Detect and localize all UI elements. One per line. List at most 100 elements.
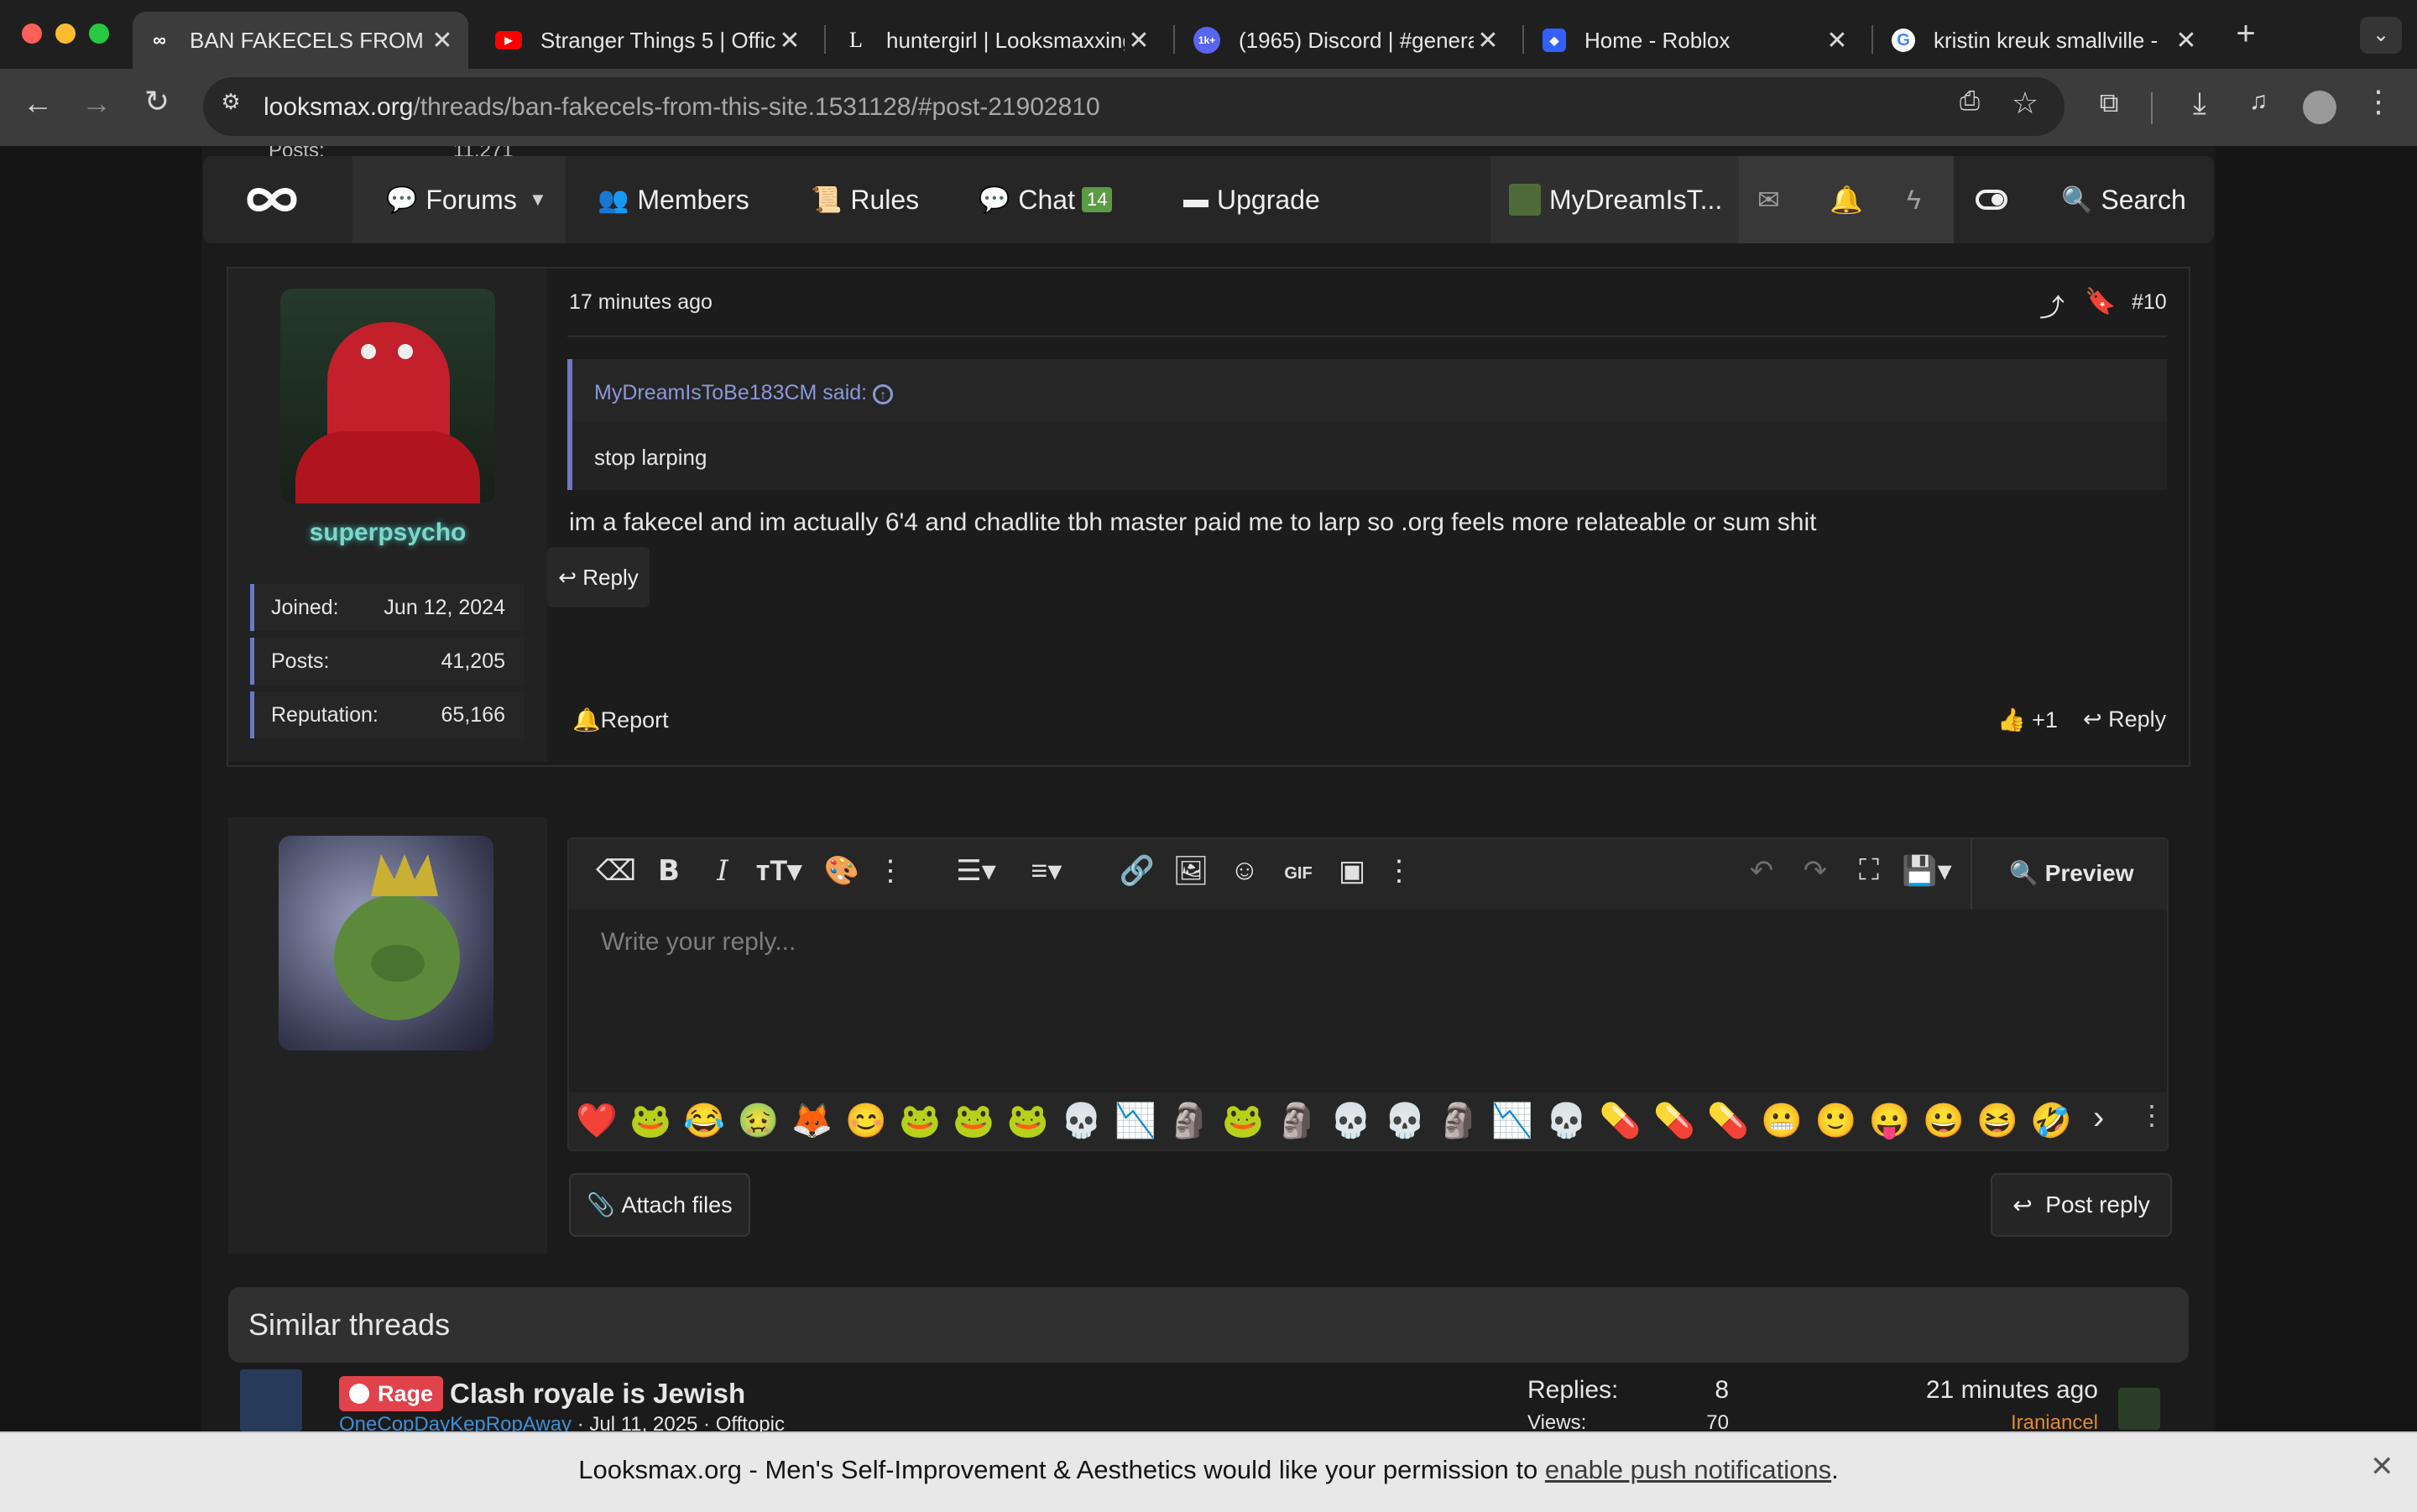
gif-icon[interactable]: GIF (1279, 864, 1318, 884)
emoji-option[interactable]: 🤣 (2030, 1101, 2072, 1141)
emoji-option[interactable]: 💀 (1330, 1101, 1372, 1141)
lightning-icon[interactable]: ϟ (1907, 156, 1921, 243)
emoji-option[interactable]: 💀 (1061, 1101, 1103, 1141)
close-icon[interactable]: ✕ (1823, 26, 1851, 55)
post-username[interactable]: superpsycho (228, 519, 547, 547)
more-options-icon[interactable]: ⋮ (871, 854, 910, 888)
emoji-option[interactable]: 🐸 (1007, 1101, 1049, 1141)
close-icon[interactable]: ✕ (775, 26, 804, 55)
bold-icon[interactable]: B (650, 854, 688, 888)
tab-roblox[interactable]: ◆ Home - Roblox ✕ (1527, 12, 1863, 69)
nav-rules[interactable]: 📜 Rules (811, 156, 919, 243)
forums-dropdown-caret-icon[interactable]: ▼ (529, 156, 547, 243)
bell-icon[interactable]: 🔔 (1830, 156, 1863, 243)
drafts-save-icon[interactable]: 💾▾ (1900, 854, 1954, 888)
post-reply-link[interactable]: ↩ Reply (2083, 706, 2166, 733)
post-timestamp[interactable]: 17 minutes ago (569, 290, 713, 315)
quote-author-link[interactable]: MyDreamIsToBe183CM said: ↑ (594, 381, 894, 405)
tab-looksmax-thread[interactable]: ∞ BAN FAKECELS FROM THIS SITE ✕ (133, 12, 468, 69)
emoji-option[interactable]: 📉 (1115, 1101, 1156, 1141)
nav-search[interactable]: 🔍 Search (2061, 156, 2186, 243)
tab-google-search[interactable]: G kristin kreuk smallville - ✕ (1877, 12, 2212, 69)
emoji-option[interactable]: 🗿 (1276, 1101, 1318, 1141)
tab-looksmaxxing-profile[interactable]: L huntergirl | Looksmaxxing ✕ (829, 12, 1165, 69)
emoji-option[interactable]: 🦊 (791, 1101, 833, 1141)
emoji-option[interactable]: 🐸 (953, 1101, 994, 1141)
forward-arrow-icon[interactable]: → (76, 86, 117, 121)
nav-upgrade[interactable]: ▬ Upgrade (1183, 156, 1320, 243)
inline-reply-button[interactable]: ↩ Reply (547, 547, 650, 607)
arrow-up-circle-icon[interactable]: ↑ (873, 384, 894, 404)
link-icon[interactable]: 🔗 (1118, 854, 1156, 888)
attach-files-button[interactable]: 📎 Attach files (569, 1173, 750, 1237)
downloads-icon[interactable]: ⤓ (2179, 86, 2221, 122)
like-button[interactable]: 👍 +1 (1997, 706, 2058, 733)
current-user-avatar[interactable] (279, 836, 493, 1051)
thread-author-avatar[interactable] (240, 1369, 302, 1431)
emoji-option[interactable]: 📉 (1491, 1101, 1533, 1141)
fullscreen-icon[interactable]: ⛶ (1850, 854, 1888, 887)
new-tab-plus-icon[interactable]: + (2227, 15, 2264, 53)
browser-menu-icon[interactable]: ⋮ (2360, 84, 2397, 119)
similar-thread-title-link[interactable]: Clash royale is Jewish (450, 1378, 745, 1410)
italic-icon[interactable]: I (703, 854, 742, 888)
post-number[interactable]: #10 (2132, 290, 2167, 315)
nav-user-account[interactable]: MyDreamIsT... (1509, 156, 1722, 243)
emoji-option[interactable]: 🐸 (1222, 1101, 1264, 1141)
envelope-icon[interactable]: ✉ (1757, 156, 1780, 243)
last-post-time[interactable]: 21 minutes ago (1880, 1376, 2098, 1405)
back-arrow-icon[interactable]: ← (17, 86, 59, 121)
list-icon[interactable]: ☰▾ (950, 854, 1002, 888)
tab-search-chevron-icon[interactable]: ⌄ (2360, 17, 2402, 54)
close-icon[interactable]: ✕ (1474, 26, 1502, 55)
undo-icon[interactable]: ↶ (1742, 854, 1781, 888)
share-icon[interactable]: ⤴ (2039, 287, 2065, 324)
extensions-puzzle-icon[interactable]: ⧉ (2088, 87, 2130, 119)
reload-icon[interactable]: ↻ (136, 84, 178, 119)
emoji-option[interactable]: 🐸 (899, 1101, 941, 1141)
install-app-icon[interactable]: ⎙ (1949, 87, 1991, 116)
chevron-right-icon[interactable]: › (2093, 1099, 2104, 1137)
tab-discord[interactable]: 1k+ (1965) Discord | #general ✕ (1178, 12, 1514, 69)
emoji-option[interactable]: 😀 (1923, 1101, 1965, 1141)
eraser-icon[interactable]: ⌫ (596, 854, 636, 888)
emoji-option[interactable]: 🤢 (738, 1101, 780, 1141)
report-link[interactable]: 🔔Report (572, 706, 669, 733)
nav-members[interactable]: 👥 Members (598, 156, 749, 243)
more-options-icon[interactable]: ⋮ (1380, 854, 1418, 888)
emoji-option[interactable]: 💀 (1384, 1101, 1426, 1141)
emoji-option[interactable]: ❤️ (576, 1101, 618, 1141)
emoji-option[interactable]: 😛 (1869, 1101, 1911, 1141)
emoji-option[interactable]: 😊 (845, 1101, 887, 1141)
enable-push-notifications-link[interactable]: enable push notifications (1545, 1455, 1831, 1484)
emoji-option[interactable]: 🙂 (1815, 1101, 1857, 1141)
emoji-option[interactable]: 😆 (1976, 1101, 2018, 1141)
bookmark-star-icon[interactable]: ☆ (2004, 86, 2046, 121)
theme-toggle-icon[interactable] (1976, 190, 2007, 210)
emoji-option[interactable]: 🐸 (629, 1101, 671, 1141)
palette-icon[interactable]: 🎨 (822, 854, 861, 888)
bookmark-icon[interactable]: 🔖 (2085, 287, 2116, 316)
post-reply-button[interactable]: ↩ Post reply (1991, 1173, 2172, 1237)
window-maximize-button[interactable] (89, 23, 109, 44)
last-poster-avatar[interactable] (2118, 1388, 2160, 1430)
text-size-icon[interactable]: тT▾ (752, 854, 806, 888)
site-logo[interactable] (243, 176, 300, 223)
emoji-option[interactable]: 🗿 (1168, 1101, 1210, 1141)
emoji-option[interactable]: 💊 (1600, 1101, 1642, 1141)
nav-forums[interactable]: 💬 Forums (386, 156, 517, 243)
profile-avatar-icon[interactable] (2303, 91, 2336, 124)
window-close-button[interactable] (22, 23, 42, 44)
emoji-option[interactable]: 💀 (1546, 1101, 1588, 1141)
emoji-option[interactable]: 🗿 (1438, 1101, 1480, 1141)
window-minimize-button[interactable] (55, 23, 76, 44)
more-options-icon[interactable]: ⋮ (2138, 1099, 2165, 1131)
redo-icon[interactable]: ↷ (1796, 854, 1835, 888)
emoji-option[interactable]: 😬 (1761, 1101, 1803, 1141)
site-settings-icon[interactable]: ⚙ (211, 89, 250, 115)
image-icon[interactable]: 🖼 (1172, 854, 1210, 888)
close-notice-icon[interactable]: ✕ (2370, 1450, 2394, 1483)
emoji-option[interactable]: 💊 (1653, 1101, 1695, 1141)
preview-button[interactable]: 🔍 Preview (2009, 859, 2134, 887)
rage-tag[interactable]: Rage (339, 1376, 444, 1411)
